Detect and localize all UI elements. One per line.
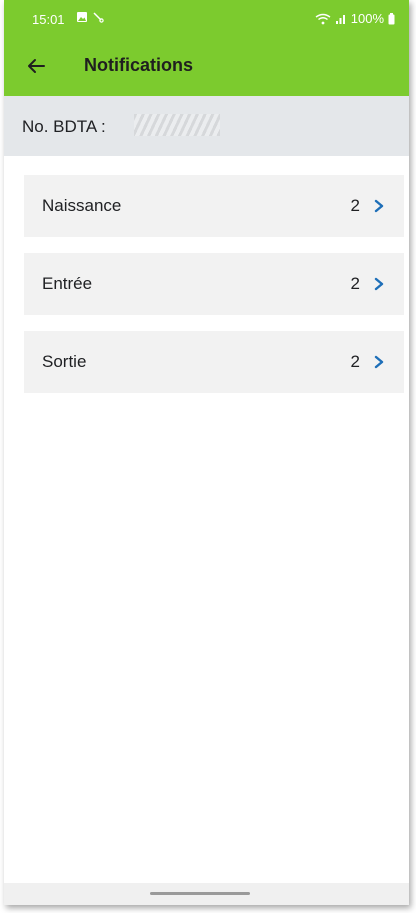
bdta-label: No. BDTA :	[22, 117, 106, 136]
notification-count: 2	[350, 196, 360, 215]
status-left-icons	[76, 11, 104, 23]
wifi-icon	[315, 13, 331, 24]
notification-label: Entrée	[42, 274, 93, 293]
back-button[interactable]	[18, 48, 54, 84]
bdta-info-bar: No. BDTA :	[4, 96, 409, 156]
notification-item-sortie[interactable]: Sortie 2	[24, 331, 404, 393]
notification-label: Sortie	[42, 352, 87, 371]
arrow-left-icon	[28, 59, 45, 73]
chevron-right-icon	[374, 199, 384, 213]
notification-list: Naissance 2 Entrée 2 Sortie 2	[24, 175, 404, 409]
battery-percent: 100%	[350, 11, 384, 26]
notification-count: 2	[350, 274, 360, 293]
app-header: 15:01 100% Notifications	[4, 0, 409, 96]
page-title: Notifications	[84, 55, 194, 75]
chevron-right-icon	[374, 355, 384, 369]
status-bar: 15:01 100%	[4, 0, 409, 38]
chevron-right-icon	[374, 277, 384, 291]
wrench-icon	[93, 12, 104, 23]
status-right-icons: 100%	[315, 11, 395, 26]
phone-screen: 15:01 100% Notifications No. BDTA: Nais…	[4, 0, 409, 905]
app-bar: Notifications	[4, 38, 409, 96]
home-indicator[interactable]	[150, 892, 250, 895]
signal-icon	[335, 14, 345, 24]
battery-icon	[388, 12, 395, 24]
redacted-bdta-number	[134, 114, 220, 136]
gallery-icon	[77, 12, 87, 22]
navigation-bar	[4, 883, 409, 905]
status-time: 15:01	[32, 12, 65, 27]
notification-item-entree[interactable]: Entrée 2	[24, 253, 404, 315]
notification-item-naissance[interactable]: Naissance 2	[24, 175, 404, 237]
notification-label: Naissance	[42, 196, 122, 215]
notification-count: 2	[350, 352, 360, 371]
